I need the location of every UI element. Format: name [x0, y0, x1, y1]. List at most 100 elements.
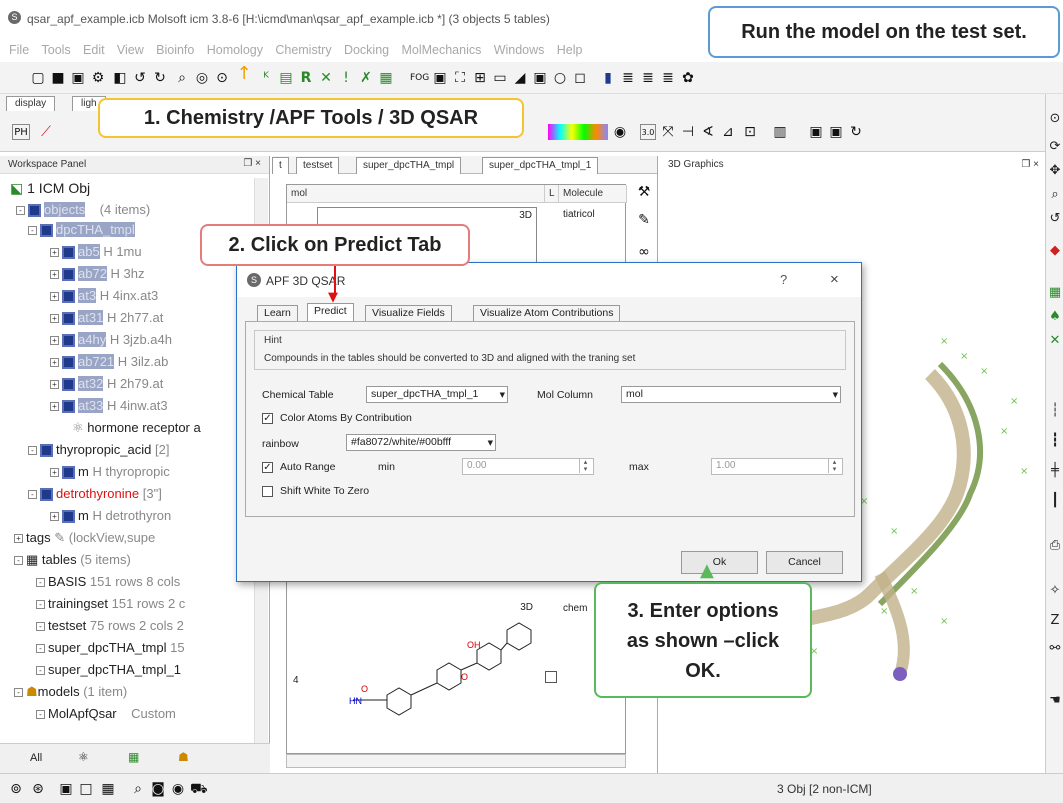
link-icon[interactable]: ⚯ — [1048, 642, 1062, 656]
tree-row-chain[interactable]: + at3 H 4inx.at3 — [50, 286, 158, 306]
menu-bioinfo[interactable]: Bioinfo — [156, 43, 194, 57]
status-icon-1[interactable]: ⊚ — [8, 781, 24, 797]
hammer-icon[interactable]: ⚒ — [636, 184, 652, 200]
tab-chem-icon[interactable]: ⚛ — [78, 750, 89, 764]
tree-root[interactable]: ⬕ 1 ICM Obj — [10, 178, 90, 198]
tree-row-table[interactable]: - BASIS 151 rows 8 cols — [36, 572, 180, 592]
tab-all[interactable]: All — [30, 752, 42, 764]
min-input[interactable]: 0.00 ▴ ▾ — [462, 458, 594, 475]
molecule-cell[interactable]: 3D O HN OH O — [317, 600, 537, 740]
settings-icon[interactable]: ⚙ — [90, 70, 106, 86]
graphics-controls[interactable]: ❐ × — [1021, 159, 1039, 170]
query-icon[interactable]: ◎ — [194, 70, 210, 86]
chem-table-icon[interactable]: ▤ — [278, 70, 294, 86]
tree-row-model[interactable]: - MolApfQsar Custom — [36, 704, 176, 724]
tree-row-chain[interactable]: + ab72 H 3hz — [50, 264, 145, 284]
menu-help[interactable]: Help — [557, 43, 583, 57]
tool-icon[interactable]: ✧ — [1048, 584, 1062, 598]
tree-row-tables[interactable]: - ▦ tables (5 items) — [14, 550, 131, 570]
menu-tools[interactable]: Tools — [42, 43, 71, 57]
binoculars-icon[interactable]: ∞ — [636, 244, 652, 260]
redo-icon[interactable]: ↻ — [152, 70, 168, 86]
exclaim-icon[interactable]: ! — [338, 70, 354, 86]
angle-icon[interactable]: ∢ — [700, 124, 716, 140]
camera-icon[interactable]: ⎙ — [1048, 539, 1062, 553]
tree-row-objects[interactable]: - objects (4 items) — [16, 200, 150, 220]
frame-icon[interactable]: ▭ — [492, 70, 508, 86]
tree-row-table[interactable]: - super_dpcTHA_tmpl 15 — [36, 638, 185, 658]
expand-icon[interactable]: ⊞ — [472, 70, 488, 86]
tree-row-chain[interactable]: + at31 H 2h77.at — [50, 308, 163, 328]
column-header-mol[interactable]: mol — [287, 185, 545, 203]
shift-white-checkbox[interactable] — [262, 486, 273, 497]
bars4-icon[interactable]: ≣ — [660, 70, 676, 86]
zoom-icon[interactable]: ⌕ — [1048, 188, 1062, 202]
tab-super-dpctha-tmpl[interactable]: super_dpcTHA_tmpl — [356, 157, 462, 174]
menu-docking[interactable]: Docking — [344, 43, 389, 57]
column-header-molecule[interactable]: Molecule — [559, 185, 627, 203]
camera-icon[interactable]: ◙ — [150, 781, 166, 797]
draw-tool-icon[interactable]: ⟋ — [38, 124, 54, 140]
rotate-icon[interactable]: ⊙ — [1048, 112, 1062, 126]
status-icon-4[interactable]: □ — [78, 781, 94, 797]
tab-super-dpctha-tmpl-1[interactable]: super_dpcTHA_tmpl_1 — [482, 157, 599, 174]
tab-learn[interactable]: Learn — [257, 305, 298, 321]
r-group-icon[interactable]: R — [298, 70, 314, 86]
depth-icon[interactable]: ╪ — [1048, 464, 1062, 478]
tree-row-models[interactable]: - ☗models (1 item) — [14, 682, 127, 702]
tree-row-table[interactable]: - trainingset 151 rows 2 c — [36, 594, 185, 614]
spin-icon[interactable]: ⟳ — [1048, 140, 1062, 154]
color-picker-icon[interactable]: ◉ — [612, 124, 628, 140]
workspace-controls[interactable]: ❐ × — [243, 158, 261, 169]
color-palette[interactable] — [548, 124, 608, 140]
tab-predict[interactable]: Predict — [307, 303, 354, 322]
plot-icon[interactable]: ⊡ — [742, 124, 758, 140]
refresh-icon[interactable]: ↻ — [848, 124, 864, 140]
tree-row-chain[interactable]: + ab721 H 3ilz.ab — [50, 352, 168, 372]
chem-draw-icon[interactable]: ᴷ — [258, 70, 274, 86]
move-icon[interactable]: ✥ — [1048, 164, 1062, 178]
menu-molmechanics[interactable]: MolMechanics — [401, 43, 481, 57]
undo-icon[interactable]: ↺ — [132, 70, 148, 86]
label-icon[interactable]: ┃ — [1048, 494, 1062, 508]
save-icon[interactable]: ▣ — [70, 70, 86, 86]
surface-icon[interactable]: ▦ — [1048, 286, 1062, 300]
search-icon[interactable]: ⌕ — [130, 781, 146, 797]
fog-icon[interactable]: FOG — [410, 70, 429, 86]
grid-icon[interactable]: ▦ — [378, 70, 394, 86]
status-icon-2[interactable]: ⊛ — [30, 781, 46, 797]
new-file-icon[interactable]: ▢ — [30, 70, 46, 86]
atoms-icon[interactable]: ✕ — [1048, 334, 1062, 348]
bars2-icon[interactable]: ≣ — [620, 70, 636, 86]
tree-row-m[interactable]: + m H detrothyron — [50, 506, 171, 526]
dihedral-icon[interactable]: ⊿ — [720, 124, 736, 140]
tab-table[interactable]: t — [272, 157, 289, 174]
circle-icon[interactable]: ○ — [552, 70, 568, 86]
stack-icon[interactable]: ▥ — [772, 124, 788, 140]
rainbow-select[interactable]: #fa8072/white/#00bfff ▼ — [346, 434, 496, 451]
tree-row-m[interactable]: + m H thyropropic — [50, 462, 170, 482]
status-icon-3[interactable]: ▣ — [58, 781, 74, 797]
tree-row-table[interactable]: - super_dpcTHA_tmpl_1 — [36, 660, 181, 680]
display2-icon[interactable]: ▣ — [828, 124, 844, 140]
menu-view[interactable]: View — [117, 43, 144, 57]
search-molecule-icon[interactable]: ⌕ — [174, 70, 190, 86]
cancel-button[interactable]: Cancel — [766, 551, 843, 574]
fit-icon[interactable]: ⤧ — [660, 124, 676, 140]
screen-icon[interactable]: ▣ — [432, 70, 448, 86]
lock-icon[interactable]: ⛶ — [452, 70, 468, 86]
tree-row-table[interactable]: - testset 75 rows 2 cols 2 — [36, 616, 184, 636]
color-atoms-checkbox[interactable]: ✓ — [262, 413, 273, 424]
page-icon[interactable]: ◻ — [572, 70, 588, 86]
mol-column-select[interactable]: mol ▼ — [621, 386, 841, 403]
max-input[interactable]: 1.00 ▴ ▾ — [711, 458, 843, 475]
tab-testset[interactable]: testset — [296, 157, 340, 174]
menu-edit[interactable]: Edit — [83, 43, 105, 57]
tab-models-icon[interactable]: ☗ — [178, 750, 189, 764]
history-icon[interactable]: ⊙ — [214, 70, 230, 86]
auto-range-checkbox[interactable]: ✓ — [262, 462, 273, 473]
cross-icon[interactable]: ✕ — [318, 70, 334, 86]
menu-homology[interactable]: Homology — [207, 43, 263, 57]
cross-red-icon[interactable]: ✗ — [358, 70, 374, 86]
tree-row-dpctha[interactable]: - dpcTHA_tmpl — [28, 220, 135, 240]
